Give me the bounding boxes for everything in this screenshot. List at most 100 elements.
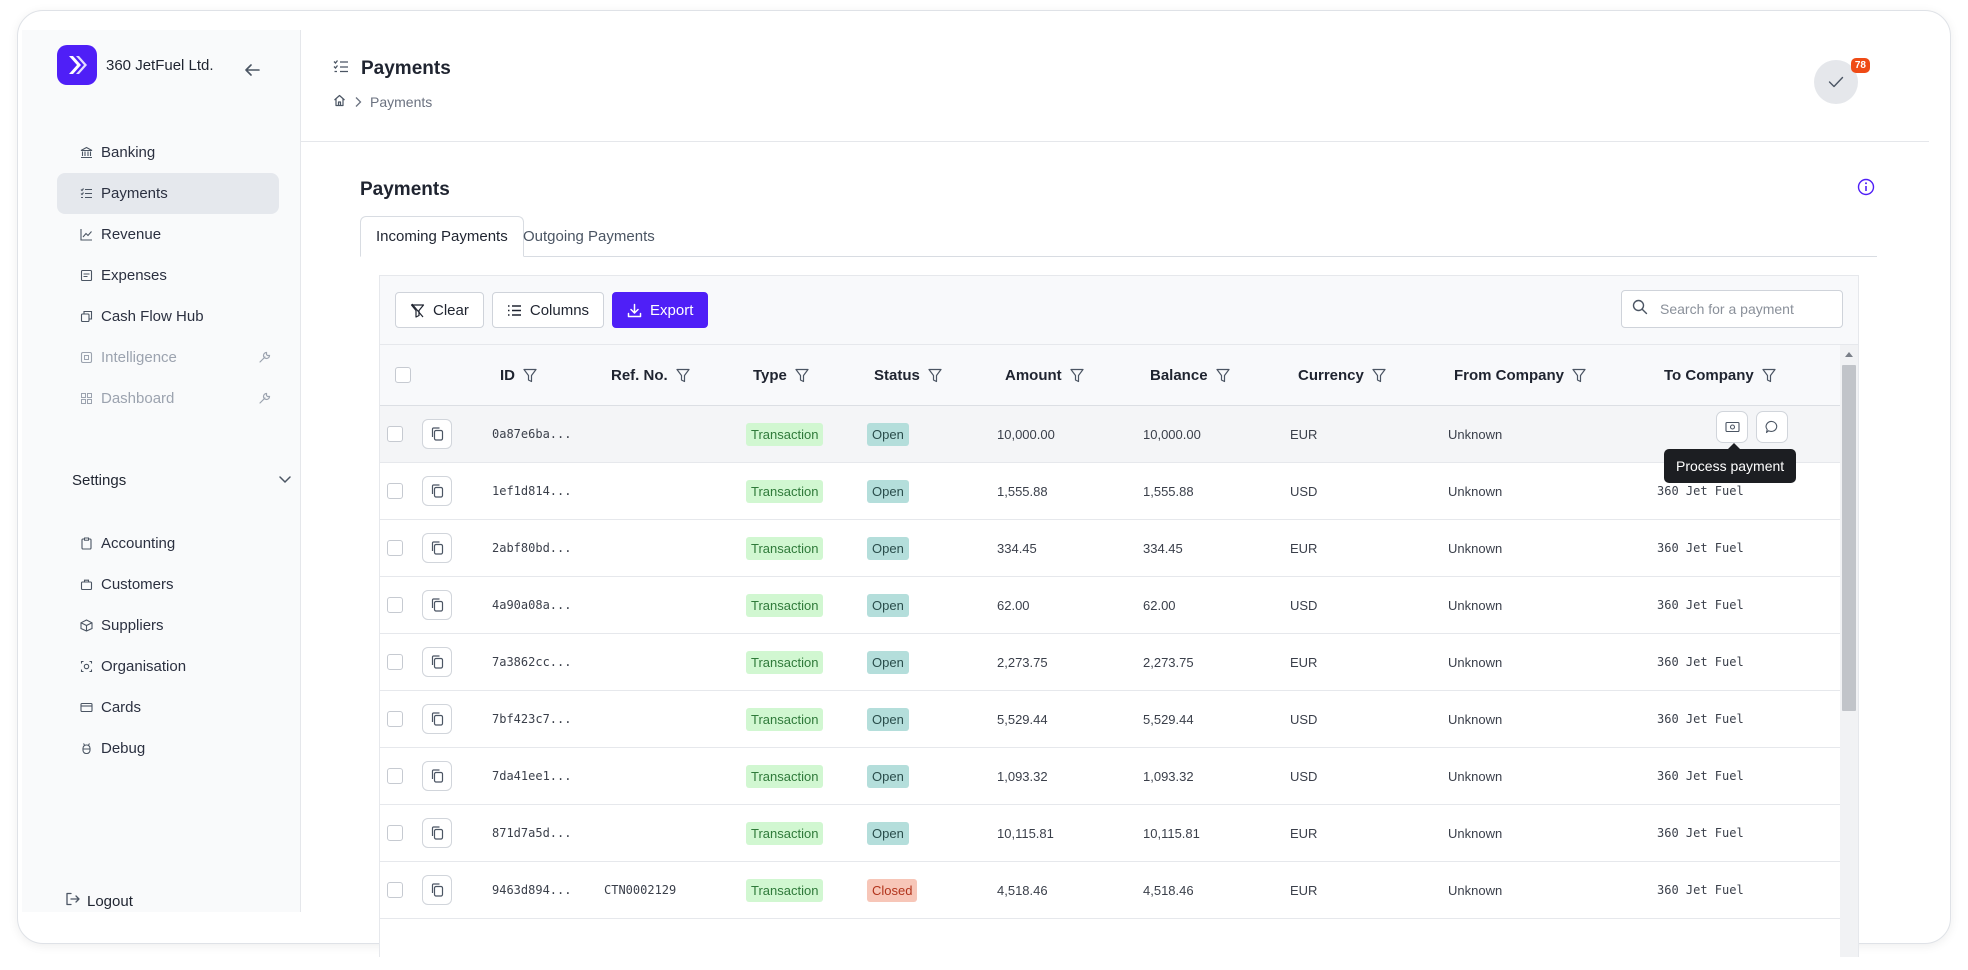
column-header-amount[interactable]: Amount <box>1005 345 1084 405</box>
column-header-type[interactable]: Type <box>753 345 809 405</box>
copy-button[interactable] <box>422 419 452 449</box>
sidebar-item-accounting[interactable]: Accounting <box>57 523 279 564</box>
type-tag: Transaction <box>746 593 824 617</box>
table-row[interactable]: 2abf80bd... Transaction Open 334.45 334.… <box>380 520 1840 577</box>
row-checkbox[interactable] <box>387 483 403 499</box>
table-row[interactable]: 871d7a5d... Transaction Open 10,115.81 1… <box>380 805 1840 862</box>
filter-icon[interactable] <box>795 368 809 383</box>
export-button[interactable]: Export <box>612 292 709 328</box>
payments-table: ID Ref. No. Type Status Amount Balance C… <box>380 344 1858 957</box>
copy-button[interactable] <box>422 647 452 677</box>
filter-icon[interactable] <box>523 368 537 383</box>
sidebar-item-cash-flow-hub[interactable]: Cash Flow Hub <box>57 296 279 337</box>
sidebar-item-label: Intelligence <box>101 349 177 366</box>
type-tag: Transaction <box>746 707 824 731</box>
table-scrollbar[interactable] <box>1840 345 1858 957</box>
select-all-checkbox[interactable] <box>395 367 411 383</box>
cell-balance: 10,000.00 <box>1143 426 1201 442</box>
column-header-balance[interactable]: Balance <box>1150 345 1230 405</box>
settings-section-toggle[interactable]: Settings <box>72 472 292 489</box>
sidebar-item-organisation[interactable]: Organisation <box>57 646 279 687</box>
table-row[interactable]: 7a3862cc... Transaction Open 2,273.75 2,… <box>380 634 1840 691</box>
copy-cell <box>422 406 452 462</box>
columns-button[interactable]: Columns <box>491 292 605 328</box>
clear-filters-button[interactable]: Clear <box>395 292 484 328</box>
filter-icon[interactable] <box>1070 368 1084 383</box>
filter-icon[interactable] <box>1762 368 1776 383</box>
grid-icon <box>79 351 93 365</box>
home-icon[interactable] <box>333 94 346 110</box>
filter-icon[interactable] <box>1215 368 1230 383</box>
cell-status: Open <box>867 463 909 519</box>
search-box <box>1621 290 1843 328</box>
scroll-up-arrow-icon[interactable] <box>1845 352 1853 357</box>
notifications-button[interactable]: 78 <box>1814 58 1870 104</box>
row-checkbox[interactable] <box>387 711 403 727</box>
row-checkbox[interactable] <box>387 825 403 841</box>
logout-button[interactable]: Logout <box>65 892 133 910</box>
copy-button[interactable] <box>422 590 452 620</box>
search-input[interactable] <box>1658 300 1832 318</box>
bug-icon <box>79 742 93 756</box>
copy-button[interactable] <box>422 704 452 734</box>
status-badge: Open <box>867 764 909 788</box>
row-checkbox[interactable] <box>387 597 403 613</box>
table-row[interactable]: 0a87e6ba... Transaction Open 10,000.00 1… <box>380 406 1840 463</box>
copy-button[interactable] <box>422 875 452 905</box>
sidebar-item-customers[interactable]: Customers <box>57 564 279 605</box>
table-row[interactable]: 4a90a08a... Transaction Open 62.00 62.00… <box>380 577 1840 634</box>
column-header-status[interactable]: Status <box>874 345 942 405</box>
sidebar-item-payments[interactable]: Payments <box>57 173 279 214</box>
table-row[interactable]: 1ef1d814... Transaction Open 1,555.88 1,… <box>380 463 1840 520</box>
row-checkbox[interactable] <box>387 882 403 898</box>
column-header-ref-no[interactable]: Ref. No. <box>611 345 690 405</box>
status-badge: Open <box>867 821 909 845</box>
row-checkbox[interactable] <box>387 768 403 784</box>
sidebar-item-debug[interactable]: Debug <box>57 728 279 769</box>
row-checkbox[interactable] <box>387 426 403 442</box>
copy-button[interactable] <box>422 476 452 506</box>
scrollbar-thumb[interactable] <box>1842 365 1856 711</box>
column-header-id[interactable]: ID <box>500 345 537 405</box>
collapse-sidebar-button[interactable] <box>241 60 263 80</box>
sidebar-item-expenses[interactable]: Expenses <box>57 255 279 296</box>
sidebar-item-banking[interactable]: Banking <box>57 132 279 173</box>
cell-status: Open <box>867 634 909 690</box>
table-row[interactable]: 7bf423c7... Transaction Open 5,529.44 5,… <box>380 691 1840 748</box>
sidebar-item-label: Cash Flow Hub <box>101 308 204 325</box>
comment-button[interactable] <box>1756 411 1788 443</box>
table-row[interactable]: 7da41ee1... Transaction Open 1,093.32 1,… <box>380 748 1840 805</box>
filter-icon[interactable] <box>676 368 690 383</box>
cell-status: Closed <box>867 862 918 918</box>
sidebar-item-suppliers[interactable]: Suppliers <box>57 605 279 646</box>
row-checkbox[interactable] <box>387 540 403 556</box>
filter-icon[interactable] <box>1572 368 1586 383</box>
status-badge: Open <box>867 422 909 446</box>
tab-outgoing-payments[interactable]: Outgoing Payments <box>508 216 670 256</box>
table-row[interactable]: 9463d894... CTN0002129 Transaction Close… <box>380 862 1840 919</box>
sidebar-item-cards[interactable]: Cards <box>57 687 279 728</box>
list-check-icon <box>333 59 349 79</box>
sidebar-item-label: Dashboard <box>101 390 175 407</box>
info-icon[interactable] <box>1857 178 1875 196</box>
column-header-currency[interactable]: Currency <box>1298 345 1386 405</box>
cell-currency: EUR <box>1290 825 1318 841</box>
sidebar-item-label: Banking <box>101 144 156 161</box>
copy-button[interactable] <box>422 761 452 791</box>
process-payment-button[interactable] <box>1716 411 1748 443</box>
copy-button[interactable] <box>422 533 452 563</box>
column-header-from-company[interactable]: From Company <box>1454 345 1586 405</box>
type-tag: Transaction <box>746 821 824 845</box>
copy-button[interactable] <box>422 818 452 848</box>
column-header-to-company[interactable]: To Company <box>1664 345 1776 405</box>
row-checkbox[interactable] <box>387 654 403 670</box>
cell-type: Transaction <box>746 805 824 861</box>
filter-icon[interactable] <box>928 368 942 383</box>
cell-to-company: 360 Jet Fuel <box>1657 655 1744 669</box>
check-icon <box>1828 76 1844 88</box>
filter-icon[interactable] <box>1372 368 1386 383</box>
tab-incoming-payments[interactable]: Incoming Payments <box>360 216 524 257</box>
sidebar-item-revenue[interactable]: Revenue <box>57 214 279 255</box>
page-title-text: Payments <box>361 58 451 79</box>
cell-to-company: 360 Jet Fuel <box>1657 769 1744 783</box>
